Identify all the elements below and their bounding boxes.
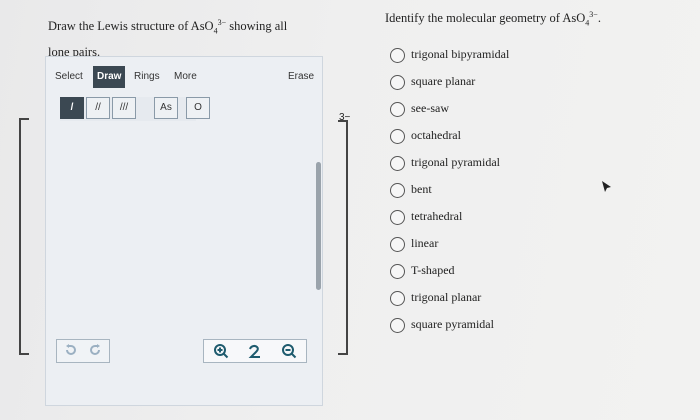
menu-draw[interactable]: Draw	[93, 66, 126, 88]
option-label: see-saw	[411, 101, 449, 115]
triple-bond-button[interactable]: ///	[112, 97, 136, 119]
single-bond-button[interactable]: /	[60, 97, 84, 119]
atom-as-button[interactable]: As	[154, 97, 178, 119]
radio-button[interactable]	[390, 183, 405, 198]
erase-button[interactable]: Erase	[288, 71, 314, 82]
geometry-question-text: Identify the molecular geometry of AsO43…	[385, 10, 601, 28]
radio-button[interactable]	[390, 291, 405, 306]
editor-menu-bar: Select Draw Rings More Erase	[52, 63, 314, 91]
zoom-group	[203, 339, 307, 363]
radio-button[interactable]	[390, 264, 405, 279]
left-bracket	[19, 118, 29, 355]
undo-icon[interactable]	[64, 343, 78, 362]
option-label: trigonal bipyramidal	[411, 47, 510, 61]
option-label: linear	[411, 236, 439, 250]
undo-redo-group	[56, 339, 110, 363]
radio-button[interactable]	[390, 102, 405, 117]
menu-select[interactable]: Select	[55, 71, 83, 82]
radio-button[interactable]	[390, 75, 405, 90]
editor-scrollbar[interactable]	[316, 162, 321, 290]
double-bond-button[interactable]: //	[86, 97, 110, 119]
reset-icon[interactable]	[247, 343, 263, 364]
radio-button[interactable]	[390, 156, 405, 171]
option-label: trigonal planar	[411, 290, 482, 304]
menu-rings[interactable]: Rings	[134, 71, 160, 82]
menu-more[interactable]: More	[174, 71, 197, 82]
option-label: square pyramidal	[411, 317, 494, 331]
radio-button[interactable]	[390, 210, 405, 225]
radio-button[interactable]	[390, 48, 405, 63]
zoom-in-icon[interactable]	[213, 343, 229, 364]
option-label: T-shaped	[411, 263, 455, 277]
option-label: octahedral	[411, 128, 461, 142]
radio-button[interactable]	[390, 318, 405, 333]
option-label: square planar	[411, 74, 476, 88]
radio-button[interactable]	[390, 237, 405, 252]
zoom-out-icon[interactable]	[281, 343, 297, 364]
atom-o-button[interactable]: O	[186, 97, 210, 119]
option-label: bent	[411, 182, 432, 196]
molecule-editor[interactable]: Select Draw Rings More Erase / // /// As…	[45, 56, 323, 406]
mouse-cursor-icon	[601, 180, 613, 199]
radio-button[interactable]	[390, 129, 405, 144]
option-label: trigonal pyramidal	[411, 155, 500, 169]
right-bracket	[338, 120, 348, 355]
redo-icon[interactable]	[88, 343, 102, 362]
option-label: tetrahedral	[411, 209, 463, 223]
ion-charge-label: 3−	[339, 112, 351, 123]
